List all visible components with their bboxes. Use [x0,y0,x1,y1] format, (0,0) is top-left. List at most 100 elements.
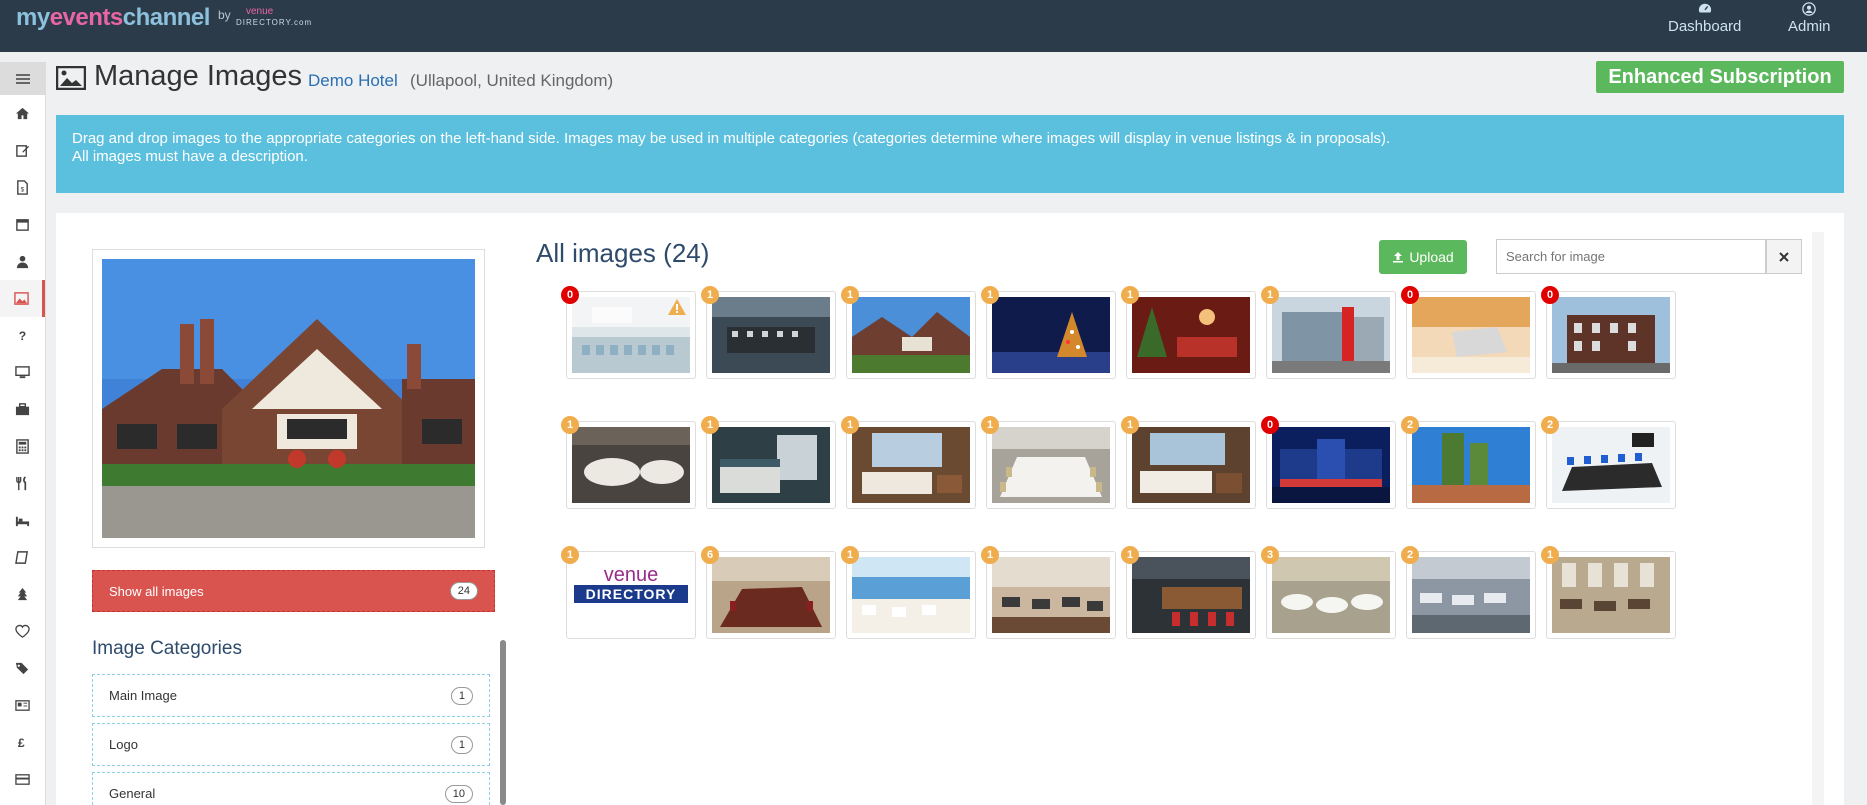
sidebar-toggle[interactable] [0,62,45,95]
thumbnail[interactable]: 6 [701,546,836,639]
question-icon: ? [19,329,26,343]
sidebar-item-user[interactable] [0,243,45,280]
thumbnail[interactable]: 1 [841,546,976,639]
panel-scrollbar[interactable] [1812,232,1824,805]
category-count: 10 [444,784,473,803]
usage-count-badge: 1 [1121,416,1139,434]
sidebar-item-pricing[interactable]: £ [0,724,45,761]
top-navbar: myeventschannel by venue DIRECTORY.com D… [0,0,1867,52]
nav-admin[interactable]: Admin [1788,2,1831,35]
thumbnail[interactable]: 0 [1261,416,1396,509]
venue-name-link[interactable]: Demo Hotel [308,71,398,91]
thumbnail[interactable]: 1 [1121,286,1256,379]
sidebar-item-book[interactable] [0,539,45,576]
show-all-images-button[interactable]: Show all images 24 [92,570,495,612]
thumbnail[interactable]: 0 [1541,286,1676,379]
thumbnail[interactable]: 1 [981,546,1116,639]
file-icon: $ [17,180,28,195]
category-general[interactable]: General 10 [92,772,490,805]
category-scrollbar[interactable] [500,640,506,805]
brand-part-channel: channel [122,4,211,31]
category-logo[interactable]: Logo 1 [92,723,490,766]
thumbnail[interactable]: 1 [981,286,1116,379]
user-icon [16,255,29,269]
nav-dashboard[interactable]: Dashboard [1668,2,1741,35]
sidebar-item-calculator[interactable] [0,428,45,465]
venue-location: (Ullapool, United Kingdom) [410,71,614,90]
usage-count-badge: 0 [1401,286,1419,304]
thumbnail-image-tudor-building [852,297,970,373]
brand-byline: by venue DIRECTORY.com [218,6,311,27]
svg-text:DIRECTORY: DIRECTORY [586,586,677,602]
thumbnail[interactable]: 1 [1261,286,1396,379]
thumbnail-image-hotel-night [1272,427,1390,503]
sidebar-item-edit[interactable] [0,132,45,169]
usage-count-badge: 1 [841,546,859,564]
thumbnail[interactable]: 0 [561,286,696,379]
thumbnail-image-venue-directory-logo: venueDIRECTORY [572,557,690,633]
thumbnail[interactable]: 1 [981,416,1116,509]
usage-count-badge: 1 [561,416,579,434]
bed-icon [15,516,30,527]
thumbnail[interactable]: 1 [1121,416,1256,509]
thumbnail-image-christmas-tree [992,297,1110,373]
sidebar-item-dining[interactable] [0,465,45,502]
sidebar-item-monitor[interactable] [0,354,45,391]
thumbnail-image-laptop-desk [1412,297,1530,373]
sidebar-item-file[interactable]: $ [0,169,45,206]
upload-button[interactable]: Upload [1379,240,1467,274]
brand-by-text: by [218,8,231,22]
sidebar-item-images[interactable] [0,280,45,317]
menu-icon [15,73,30,84]
nav-admin-label: Admin [1788,18,1831,35]
tree-icon [17,587,28,601]
usage-count-badge: 1 [701,286,719,304]
usage-count-badge: 2 [1401,546,1419,564]
sidebar-item-favourites[interactable] [0,613,45,650]
brand-vd-bottom: DIRECTORY.com [236,18,313,27]
sidebar-item-bedrooms[interactable] [0,502,45,539]
thumbnail[interactable]: 1 [1121,546,1256,639]
thumbnail-image-bedroom-view [852,427,970,503]
thumbnail-image-bar [1132,557,1250,633]
thumbnail[interactable]: 2 [1401,546,1536,639]
thumbnail[interactable]: venue DIRECTORY 1 [561,546,696,639]
sidebar-item-billing[interactable] [0,761,45,798]
thumbnail[interactable]: 0 [1401,286,1536,379]
subscription-badge: Enhanced Subscription [1596,61,1844,93]
sidebar-item-tags[interactable] [0,650,45,687]
sidebar-item-help[interactable]: ? [0,317,45,354]
thumbnail-image-restaurant [992,557,1110,633]
sidebar-item-seasonal[interactable] [0,576,45,613]
brand-logo[interactable]: myeventschannel [16,4,210,32]
sidebar-item-home[interactable] [0,95,45,132]
thumbnail[interactable]: 1 [561,416,696,509]
gallery-title: All images (24) [536,238,710,268]
warning-icon [668,299,686,315]
close-icon [1779,251,1789,262]
sidebar-item-calendar[interactable] [0,206,45,243]
tags-icon [15,662,29,675]
thumbnail[interactable]: 1 [701,286,836,379]
sidebar-item-news[interactable] [0,687,45,724]
search-input[interactable] [1496,239,1766,274]
thumbnail[interactable]: 3 [1261,546,1396,639]
usage-count-badge: 1 [981,286,999,304]
thumbnail[interactable]: 1 [841,286,976,379]
usage-count-badge: 6 [701,546,719,564]
thumbnail-image-brick-mansion [1552,297,1670,373]
usage-count-badge: 1 [561,546,579,564]
thumbnail[interactable]: 1 [1541,546,1676,639]
thumbnail-image-round-table [572,427,690,503]
thumbnail[interactable]: 1 [701,416,836,509]
thumbnail[interactable]: 2 [1401,416,1536,509]
category-main-image[interactable]: Main Image 1 [92,674,490,717]
thumbnail[interactable]: 1 [841,416,976,509]
sidebar-item-briefcase[interactable] [0,391,45,428]
cutlery-icon [16,476,27,491]
thumbnail[interactable]: 2 [1541,416,1676,509]
search-clear-button[interactable] [1766,239,1802,274]
book-icon [15,551,29,564]
heart-icon [15,624,30,638]
info-line-1: Drag and drop images to the appropriate … [72,130,1391,147]
